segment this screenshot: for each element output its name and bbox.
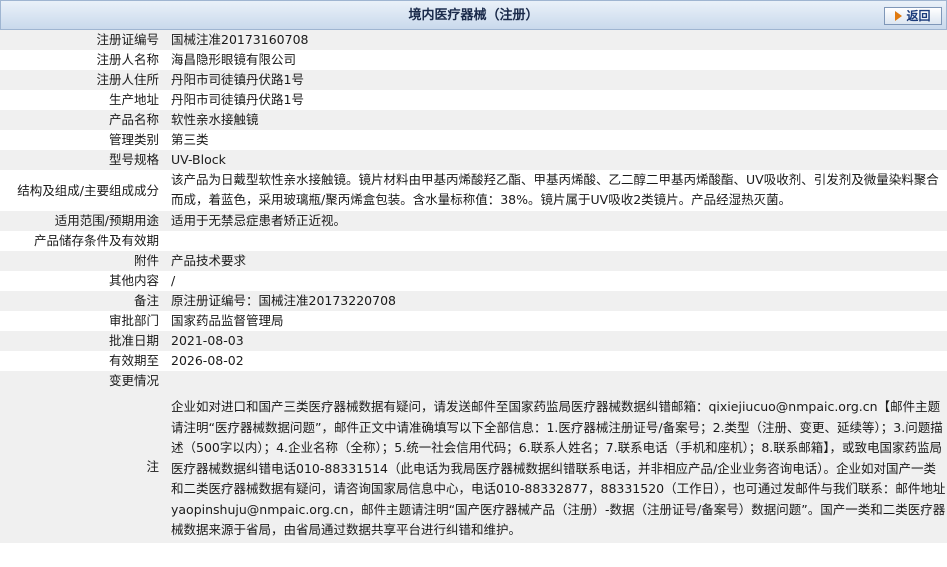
- row-label: 附件: [0, 251, 165, 271]
- table-row: 注册人名称 海昌隐形眼镜有限公司: [0, 50, 947, 70]
- row-value: 产品技术要求: [165, 251, 947, 271]
- table-row: 其他内容 /: [0, 271, 947, 291]
- row-label: 产品储存条件及有效期: [33, 233, 159, 248]
- row-label: 适用范围/预期用途: [0, 211, 165, 231]
- row-label: 注册证编号: [0, 30, 165, 50]
- row-value: 原注册证编号：国械注准20173220708: [165, 291, 947, 311]
- row-label: 生产地址: [108, 92, 159, 107]
- row-value: [165, 231, 947, 251]
- table-row: 审批部门 国家药品监督管理局: [0, 311, 947, 331]
- table-row: 产品名称 软性亲水接触镜: [0, 110, 947, 130]
- table-row: 产品储存条件及有效期: [0, 231, 947, 251]
- row-value: 丹阳市司徒镇丹伏路1号: [165, 70, 947, 90]
- row-value: 海昌隐形眼镜有限公司: [171, 52, 297, 67]
- note-label: 注: [0, 391, 165, 543]
- row-value: 第三类: [171, 132, 209, 147]
- row-label: 审批部门: [108, 313, 159, 328]
- row-value: 2026-08-02: [171, 353, 244, 368]
- table-row: 管理类别 第三类: [0, 130, 947, 150]
- note-text: 企业如对进口和国产三类医疗器械数据有疑问，请发送邮件至国家药监局医疗器械数据纠错…: [165, 391, 947, 543]
- row-label: 备注: [0, 291, 165, 311]
- row-value: 适用于无禁忌症患者矫正近视。: [165, 211, 947, 231]
- table-row: 批准日期 2021-08-03: [0, 331, 947, 351]
- table-row: 结构及组成/主要组成成分 该产品为日戴型软性亲水接触镜。镜片材料由甲基丙烯酸羟乙…: [0, 170, 947, 211]
- row-value: 国家药品监督管理局: [171, 313, 284, 328]
- row-value: /: [171, 273, 176, 288]
- row-label: 批准日期: [0, 331, 165, 351]
- row-value: 丹阳市司徒镇丹伏路1号: [171, 92, 304, 107]
- back-button[interactable]: 返回: [884, 7, 942, 25]
- row-label: 结构及组成/主要组成成分: [17, 182, 159, 198]
- row-value: 2021-08-03: [165, 331, 947, 351]
- table-row: 附件 产品技术要求: [0, 251, 947, 271]
- table-row: 适用范围/预期用途 适用于无禁忌症患者矫正近视。: [0, 211, 947, 231]
- arrow-right-icon: [895, 11, 903, 21]
- page-header: 境内医疗器械（注册） 返回: [0, 0, 947, 30]
- table-row: 备注 原注册证编号：国械注准20173220708: [0, 291, 947, 311]
- row-label: 注册人住所: [0, 70, 165, 90]
- row-value: [165, 371, 947, 391]
- table-row: 注册证编号 国械注准20173160708: [0, 30, 947, 50]
- row-label: 产品名称: [0, 110, 165, 130]
- table-row: 生产地址 丹阳市司徒镇丹伏路1号: [0, 90, 947, 110]
- row-value: 该产品为日戴型软性亲水接触镜。镜片材料由甲基丙烯酸羟乙酯、甲基丙烯酸、乙二醇二甲…: [171, 172, 939, 207]
- row-label: 变更情况: [0, 371, 165, 391]
- table-row: 注册人住所 丹阳市司徒镇丹伏路1号: [0, 70, 947, 90]
- row-value: 软性亲水接触镜: [165, 110, 947, 130]
- table-row: 有效期至 2026-08-02: [0, 351, 947, 371]
- row-label: 注册人名称: [96, 52, 159, 67]
- registration-details-table: 注册证编号 国械注准20173160708 注册人名称 海昌隐形眼镜有限公司 注…: [0, 30, 947, 543]
- back-button-label: 返回: [906, 9, 931, 23]
- row-label: 管理类别: [108, 132, 159, 147]
- table-row: 变更情况: [0, 371, 947, 391]
- row-label: 型号规格: [0, 150, 165, 170]
- row-label: 其他内容: [108, 273, 159, 288]
- row-value: 国械注准20173160708: [165, 30, 947, 50]
- page-title: 境内医疗器械（注册）: [408, 8, 539, 23]
- row-label: 有效期至: [108, 353, 159, 368]
- note-row: 注 企业如对进口和国产三类医疗器械数据有疑问，请发送邮件至国家药监局医疗器械数据…: [0, 391, 947, 543]
- table-row: 型号规格 UV-Block: [0, 150, 947, 170]
- row-value: UV-Block: [165, 150, 947, 170]
